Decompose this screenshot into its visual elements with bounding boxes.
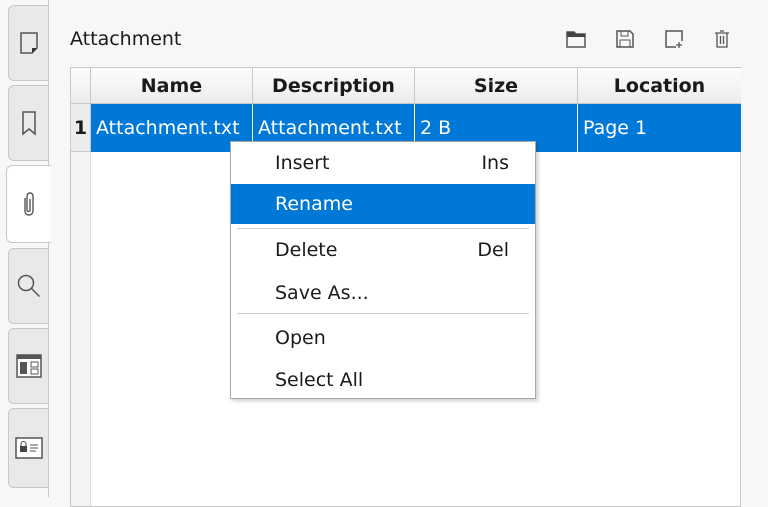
menu-separator	[237, 228, 529, 229]
tab-structure[interactable]	[8, 328, 48, 404]
menu-item-label: Open	[275, 327, 326, 349]
save-icon	[616, 30, 634, 48]
menu-item-label: Rename	[275, 193, 353, 215]
menu-item-delete[interactable]: Delete Del	[231, 230, 535, 270]
page-icon	[19, 32, 38, 54]
tab-attachments[interactable]	[6, 165, 51, 243]
menu-item-label: Delete	[275, 239, 338, 261]
search-icon	[17, 274, 40, 298]
menu-item-rename[interactable]: Rename	[231, 184, 535, 224]
menu-item-label: Save As...	[275, 282, 369, 304]
folder-open-icon	[566, 31, 586, 48]
row-number[interactable]: 1	[71, 104, 91, 152]
trash-icon	[715, 30, 729, 48]
menu-item-label: Insert	[275, 152, 330, 174]
row-header-column	[71, 152, 91, 506]
tab-search[interactable]	[8, 248, 48, 324]
tab-bookmarks[interactable]	[8, 85, 48, 161]
menu-item-save-as[interactable]: Save As...	[231, 273, 535, 313]
paperclip-icon	[24, 192, 34, 216]
menu-item-select-all[interactable]: Select All	[231, 360, 535, 400]
structure-icon	[15, 354, 42, 378]
column-header-name[interactable]: Name	[91, 68, 253, 104]
menu-item-label: Select All	[275, 369, 364, 391]
cell-location[interactable]: Page 1	[578, 104, 741, 152]
panel-title: Attachment	[70, 28, 182, 50]
cell-name[interactable]: Attachment.txt	[91, 104, 253, 152]
context-menu: Insert Ins Rename Delete Del Save As... Op…	[230, 141, 536, 399]
column-header-location[interactable]: Location	[578, 68, 741, 104]
open-attachment-button[interactable]	[565, 28, 587, 50]
column-header-description[interactable]: Description	[253, 68, 415, 104]
add-attachment-button[interactable]	[663, 28, 685, 50]
menu-item-open[interactable]: Open	[231, 318, 535, 358]
bookmark-icon	[21, 111, 36, 136]
menu-separator	[237, 313, 529, 314]
menu-item-insert[interactable]: Insert Ins	[231, 143, 535, 183]
column-header-size[interactable]: Size	[415, 68, 578, 104]
signature-icon	[14, 437, 43, 459]
delete-attachment-button[interactable]	[711, 28, 733, 50]
menu-item-shortcut: Del	[477, 239, 509, 261]
menu-item-shortcut: Ins	[481, 152, 509, 174]
tab-pages[interactable]	[8, 5, 48, 81]
corner-header[interactable]	[71, 68, 91, 104]
add-icon	[665, 30, 683, 48]
sidebar-border	[48, 0, 49, 497]
tab-signatures[interactable]	[8, 408, 48, 488]
save-attachment-button[interactable]	[614, 28, 636, 50]
